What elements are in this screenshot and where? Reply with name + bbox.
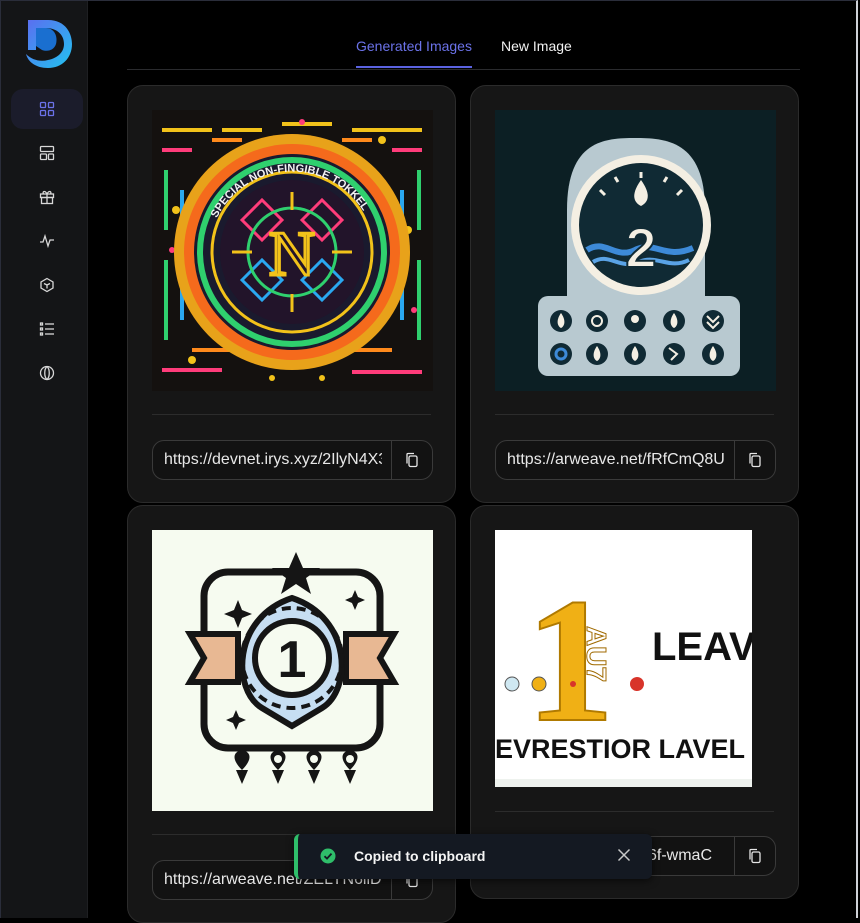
copy-button[interactable] bbox=[391, 441, 432, 479]
sidebar bbox=[0, 0, 88, 918]
contrast-icon bbox=[39, 365, 55, 381]
sidebar-item-dashboard[interactable] bbox=[11, 89, 83, 129]
url-field[interactable]: https://devnet.irys.xyz/2IlyN4X3 bbox=[152, 440, 433, 480]
image-url[interactable]: https://devnet.irys.xyz/2IlyN4X3 bbox=[164, 451, 382, 469]
grid-icon bbox=[39, 101, 55, 117]
activity-icon bbox=[40, 233, 54, 249]
generated-image[interactable]: 1 AU7 LEAV EVRESTIOR LAVEL bbox=[495, 530, 752, 787]
image-text-bottom: EVRESTIOR LAVEL bbox=[495, 734, 745, 764]
tab-new-image[interactable]: New Image bbox=[501, 38, 572, 54]
app-logo[interactable] bbox=[22, 16, 74, 70]
card-divider bbox=[152, 414, 431, 415]
card-divider bbox=[495, 414, 774, 415]
url-field[interactable]: https://arweave.net/fRfCmQ8U bbox=[495, 440, 776, 480]
sidebar-item-activity[interactable] bbox=[11, 221, 83, 261]
copy-button[interactable] bbox=[734, 441, 775, 479]
image-number: 1 bbox=[278, 631, 307, 689]
card-divider bbox=[495, 811, 774, 812]
image-small-text: AU7 bbox=[581, 626, 612, 682]
sidebar-item-assets[interactable] bbox=[11, 265, 83, 305]
list-icon bbox=[39, 322, 54, 336]
generated-image[interactable]: N SPECIAL NON-FINGIBLE TOKKEL bbox=[152, 110, 433, 391]
sidebar-item-list[interactable] bbox=[11, 309, 83, 349]
layout-icon bbox=[39, 145, 55, 161]
image-card: N SPECIAL NON-FINGIBLE TOKKEL https://de… bbox=[127, 85, 456, 503]
cube-icon bbox=[40, 277, 54, 293]
image-number: 2 bbox=[625, 216, 656, 279]
sidebar-item-layout[interactable] bbox=[11, 133, 83, 173]
copy-icon bbox=[749, 848, 761, 864]
tab-generated-images[interactable]: Generated Images bbox=[356, 38, 472, 68]
sidebar-item-rewards[interactable] bbox=[11, 177, 83, 217]
copy-icon bbox=[749, 452, 761, 468]
image-letter: N bbox=[269, 218, 315, 289]
image-text-right: LEAV bbox=[652, 625, 752, 669]
generated-image[interactable]: 2 bbox=[495, 110, 776, 391]
check-circle-icon bbox=[320, 848, 336, 864]
image-url[interactable]: https://arweave.net/fRfCmQ8U bbox=[507, 451, 725, 469]
close-icon[interactable] bbox=[616, 847, 632, 863]
toast-notification: Copied to clipboard bbox=[294, 834, 652, 879]
image-card: 2 https://arweave.net/fRfCmQ8U bbox=[470, 85, 799, 503]
gift-icon bbox=[39, 190, 55, 205]
copy-button[interactable] bbox=[734, 837, 775, 875]
sidebar-item-theme[interactable] bbox=[11, 353, 83, 393]
generated-image[interactable]: 1 bbox=[152, 530, 433, 811]
toast-message: Copied to clipboard bbox=[354, 848, 486, 864]
tab-bar: Generated Images New Image bbox=[127, 30, 800, 70]
copy-icon bbox=[406, 452, 418, 468]
scrollbar-track[interactable] bbox=[839, 0, 858, 918]
